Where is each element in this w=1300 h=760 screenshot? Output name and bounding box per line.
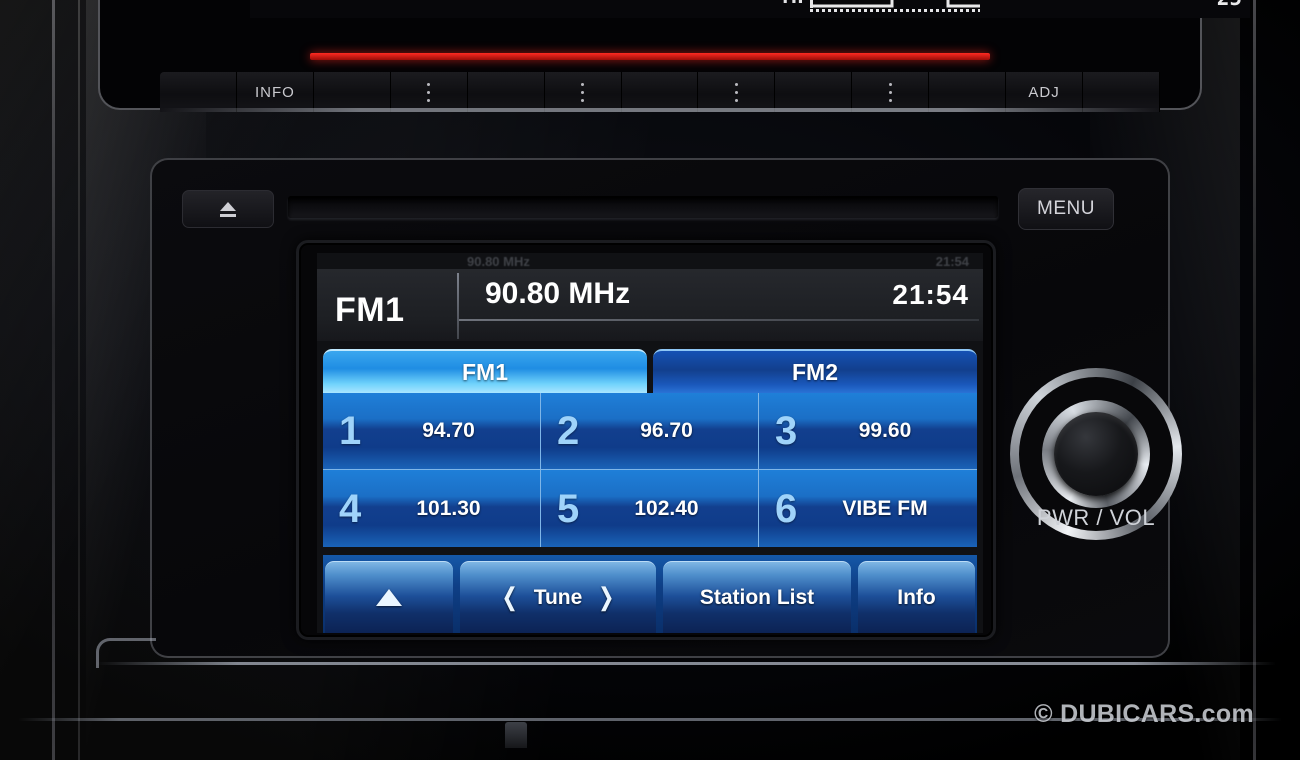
hardkey-info-label: INFO [254, 83, 295, 101]
left-chrome-trim-secondary [78, 0, 80, 760]
hardkey-blank-left[interactable] [160, 72, 237, 112]
cd-slot[interactable] [288, 196, 998, 218]
tune-button[interactable]: ❬ Tune ❭ [460, 561, 656, 633]
hardkey-blank-2[interactable] [467, 72, 545, 112]
preset-number: 2 [557, 409, 580, 453]
knob-cap[interactable] [1054, 412, 1138, 496]
header-underline [459, 319, 979, 321]
chevron-left-icon[interactable]: ❬ [500, 583, 520, 612]
hardkey-divider-dots-3 [698, 72, 776, 112]
hardkey-divider-dots-4 [852, 72, 930, 112]
tab-fm1-label: FM1 [462, 358, 508, 385]
lcd-screen-bezel: 90.80 MHz 21:54 FM1 90.80 MHz 21:54 FM1 … [296, 240, 996, 640]
tab-fm2[interactable]: FM2 [653, 349, 977, 393]
preset-button-3[interactable]: 3 99.60 [759, 393, 977, 470]
preset-button-4[interactable]: 4 101.30 [323, 470, 541, 547]
preset-number: 5 [557, 486, 580, 531]
station-list-button[interactable]: Station List [663, 561, 851, 633]
hardkey-adj[interactable]: ADJ [1006, 72, 1084, 112]
hardkey-divider-dots-1 [390, 72, 468, 112]
lcd-screen: 90.80 MHz 21:54 FM1 90.80 MHz 21:54 FM1 … [317, 253, 983, 633]
car-head-unit-photo: OUTSIDE TEMP -4h 40 25 INFO [0, 0, 1300, 760]
tune-button-label: Tune [533, 585, 583, 609]
vertical-dots-icon [734, 82, 738, 102]
left-chrome-trim [52, 0, 55, 760]
watermark: © DUBICARS.com [1034, 700, 1254, 728]
keystrip-chrome-shine [160, 108, 1160, 112]
eject-button[interactable] [182, 190, 274, 228]
console-nub [505, 722, 527, 748]
mfd-graph-x-axis [810, 9, 980, 12]
vertical-dots-icon [427, 82, 431, 102]
screen-header: FM1 90.80 MHz 21:54 [317, 269, 983, 341]
band-tabs[interactable]: FM1 FM2 [323, 349, 977, 393]
preset-number: 6 [775, 486, 798, 531]
chevron-right-icon[interactable]: ❭ [596, 583, 616, 612]
hardkey-adj-label: ADJ [1028, 83, 1060, 101]
triangle-up-icon [376, 589, 402, 606]
screen-reflection-row: 90.80 MHz 21:54 [317, 253, 983, 269]
hardkey-blank-right[interactable] [1083, 72, 1160, 112]
scroll-up-button[interactable] [325, 561, 453, 633]
vertical-dots-icon [581, 82, 585, 102]
hardkey-divider-dots-2 [544, 72, 622, 112]
preset-number: 4 [339, 486, 362, 531]
mfd-temperature-graph [810, 0, 980, 12]
red-accent-strip [310, 53, 990, 60]
hardkey-strip[interactable]: INFO ADJ [160, 72, 1160, 112]
station-list-label: Station List [699, 585, 815, 609]
mfd-time-axis-label: -4h [762, 0, 805, 9]
reflection-frequency: 90.80 MHz [467, 253, 530, 269]
menu-button-label: MENU [1037, 198, 1095, 219]
mfd-scale-low: 25 [1217, 0, 1242, 10]
tab-fm1[interactable]: FM1 [323, 349, 647, 393]
hardkey-info[interactable]: INFO [236, 72, 314, 112]
eject-icon [220, 201, 236, 217]
preset-button-5[interactable]: 5 102.40 [541, 470, 759, 547]
hardkey-blank-1[interactable] [313, 72, 391, 112]
hardkey-blank-3[interactable] [621, 72, 699, 112]
info-button[interactable]: Info [858, 561, 975, 633]
knob-label: PWR / VOL [1036, 505, 1156, 530]
info-button-label: Info [897, 585, 936, 609]
tab-fm2-label: FM2 [792, 358, 838, 385]
clock-display: 21:54 [892, 279, 969, 310]
preset-grid[interactable]: 1 94.70 2 96.70 3 99.60 4 101.30 5 102.4… [323, 393, 977, 547]
multi-function-display: OUTSIDE TEMP -4h 40 25 [250, 0, 1250, 18]
softkey-bar[interactable]: ❬ Tune ❭ Station List Info [323, 555, 977, 633]
mfd-graph-trace-icon [810, 0, 980, 8]
menu-button[interactable]: MENU [1018, 188, 1114, 230]
preset-number: 3 [775, 409, 798, 453]
header-divider [457, 273, 459, 339]
lower-chrome-trim-upper [96, 662, 1276, 665]
hardkey-blank-4[interactable] [775, 72, 853, 112]
preset-button-1[interactable]: 1 94.70 [323, 393, 541, 470]
preset-button-2[interactable]: 2 96.70 [541, 393, 759, 470]
preset-number: 1 [339, 409, 362, 453]
right-chrome-trim [1253, 0, 1256, 760]
vertical-dots-icon [888, 82, 892, 102]
preset-button-6[interactable]: 6 VIBE FM [759, 470, 977, 547]
reflection-clock: 21:54 [935, 253, 969, 269]
hardkey-blank-5[interactable] [929, 72, 1007, 112]
band-indicator: FM1 [335, 291, 405, 329]
current-frequency: 90.80 MHz [485, 277, 631, 310]
